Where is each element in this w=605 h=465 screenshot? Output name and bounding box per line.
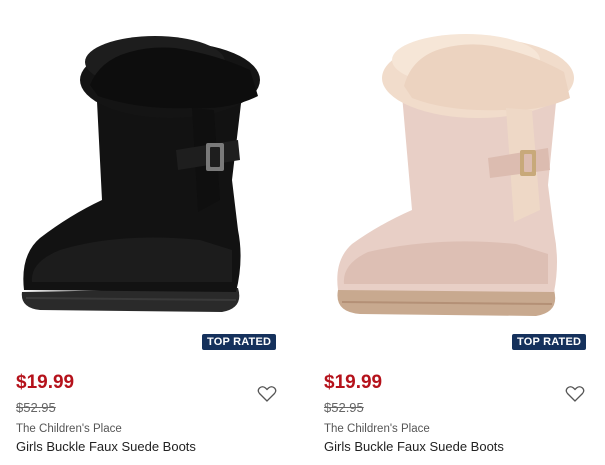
sale-price: $19.99: [324, 372, 383, 393]
product-title[interactable]: Girls Buckle Faux Suede Boots: [324, 439, 504, 454]
product-image-pink-boots[interactable]: [308, 0, 598, 340]
heart-outline-icon[interactable]: [257, 385, 277, 403]
top-rated-badge: TOP RATED: [512, 334, 587, 350]
top-rated-badge: TOP RATED: [202, 334, 277, 350]
product-title[interactable]: Girls Buckle Faux Suede Boots: [16, 439, 196, 454]
sale-price: $19.99: [16, 372, 75, 393]
product-card-black-boots[interactable]: TOP RATED $19.99 $52.95 The Children's P…: [0, 0, 290, 465]
product-image-black-boots[interactable]: [0, 0, 290, 340]
brand-name: The Children's Place: [16, 423, 122, 435]
original-price: $52.95: [324, 400, 364, 415]
brand-name: The Children's Place: [324, 423, 430, 435]
product-card-pink-boots[interactable]: TOP RATED $19.99 $52.95 The Children's P…: [308, 0, 598, 465]
original-price: $52.95: [16, 400, 56, 415]
heart-outline-icon[interactable]: [565, 385, 585, 403]
